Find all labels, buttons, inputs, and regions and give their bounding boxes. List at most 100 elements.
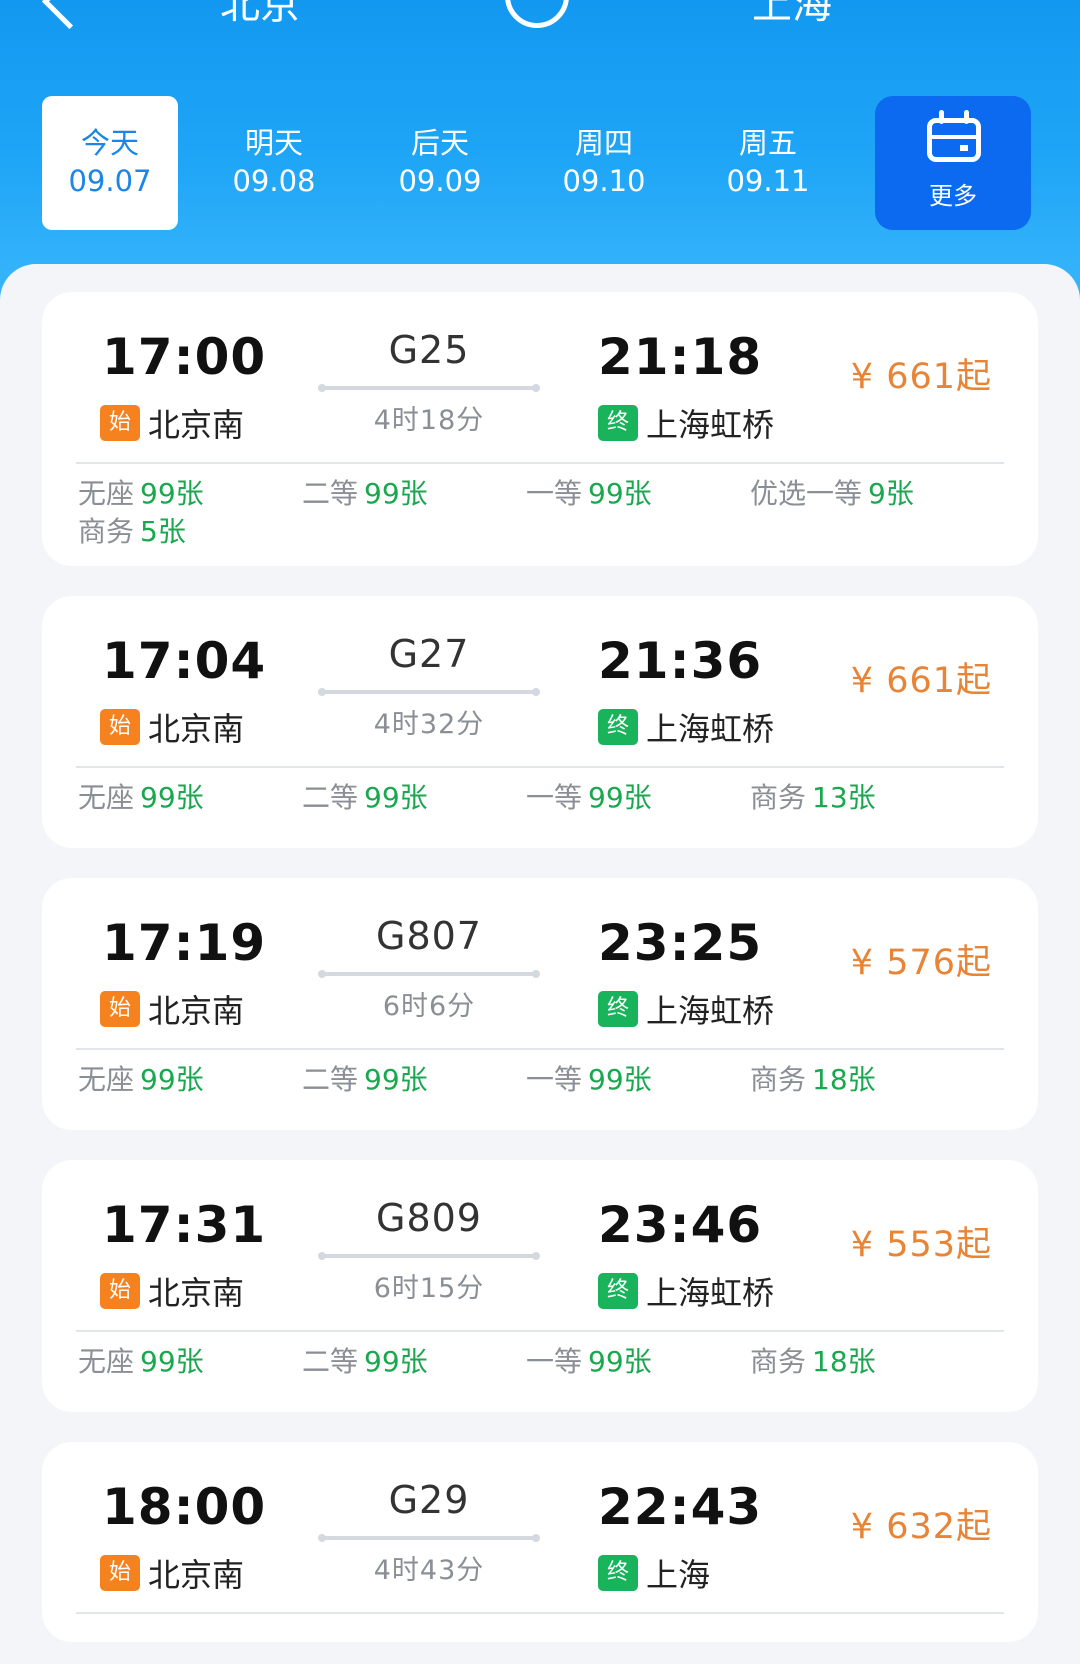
seat-info: 一等 99张 xyxy=(526,1063,652,1096)
price: ¥ 661起 xyxy=(850,661,992,701)
start-tag: 始 xyxy=(100,991,140,1027)
seat-info: 无座 99张 xyxy=(78,781,204,814)
route-line xyxy=(318,1534,540,1542)
train-card[interactable]: 17:19 始 北京南 G807 6时6分 23:25 终 上海虹桥 ¥ 576… xyxy=(42,878,1038,1130)
train-number: G809 xyxy=(376,1196,482,1240)
date-tab-day: 周四 xyxy=(574,126,633,160)
seat-info: 商务 13张 xyxy=(750,781,876,814)
date-tab-day-after[interactable]: 后天 09.09 xyxy=(372,96,508,230)
arrival-station-name: 上海虹桥 xyxy=(646,406,775,444)
departure-station: 始 北京南 xyxy=(100,986,244,1032)
arrival-time: 21:36 xyxy=(598,632,763,690)
departure-time: 18:00 xyxy=(102,1478,267,1536)
arrival-station: 终 上海虹桥 xyxy=(598,1268,774,1314)
arrival-station: 终 上海虹桥 xyxy=(598,400,774,446)
more-label: 更多 xyxy=(929,182,977,210)
calendar-icon xyxy=(927,118,981,162)
route-line xyxy=(318,970,540,978)
train-card[interactable]: 17:04 始 北京南 G27 4时32分 21:36 终 上海虹桥 ¥ 661… xyxy=(42,596,1038,848)
departure-station: 始 北京南 xyxy=(100,400,244,446)
end-tag: 终 xyxy=(598,1273,638,1309)
back-arrow-icon[interactable] xyxy=(41,0,98,30)
train-number: G29 xyxy=(388,1478,470,1522)
divider xyxy=(76,462,1004,464)
arrival-station-name: 上海 xyxy=(646,1556,711,1594)
date-tab-date: 09.08 xyxy=(232,164,316,198)
arrival-station-name: 上海虹桥 xyxy=(646,1274,775,1312)
seat-info: 一等 99张 xyxy=(526,477,652,510)
departure-station-name: 北京南 xyxy=(148,1556,245,1594)
date-tab-date: 09.07 xyxy=(68,164,152,198)
date-tab-date: 09.11 xyxy=(726,164,810,198)
from-city[interactable]: 北京 xyxy=(220,0,300,30)
date-tab-day: 周五 xyxy=(738,126,797,160)
swap-icon[interactable] xyxy=(505,0,569,28)
seat-info: 商务 18张 xyxy=(750,1063,876,1096)
more-dates-button[interactable]: 更多 xyxy=(875,96,1031,230)
departure-station: 始 北京南 xyxy=(100,1550,244,1596)
train-info: G29 4时43分 xyxy=(318,1478,540,1587)
seat-info: 二等 99张 xyxy=(302,1345,428,1378)
seat-info: 二等 99张 xyxy=(302,781,428,814)
route-header: 北京 上海 xyxy=(0,0,1080,32)
date-selector: 今天 09.07 明天 09.08 后天 09.09 周四 09.10 周五 0… xyxy=(0,96,1080,230)
train-number: G27 xyxy=(388,632,470,676)
seat-info: 商务 18张 xyxy=(750,1345,876,1378)
arrival-station: 终 上海虹桥 xyxy=(598,986,774,1032)
departure-time: 17:04 xyxy=(102,632,267,690)
train-card[interactable]: 17:31 始 北京南 G809 6时15分 23:46 终 上海虹桥 ¥ 55… xyxy=(42,1160,1038,1412)
start-tag: 始 xyxy=(100,405,140,441)
end-tag: 终 xyxy=(598,1555,638,1591)
date-tab-date: 09.09 xyxy=(398,164,482,198)
price: ¥ 576起 xyxy=(850,943,992,983)
arrival-station-name: 上海虹桥 xyxy=(646,992,775,1030)
train-card[interactable]: 18:00 始 北京南 G29 4时43分 22:43 终 上海 ¥ 632起 xyxy=(42,1442,1038,1642)
divider xyxy=(76,1612,1004,1614)
date-tab-today[interactable]: 今天 09.07 xyxy=(42,96,178,230)
date-tab-date: 09.10 xyxy=(562,164,646,198)
to-city[interactable]: 上海 xyxy=(752,0,832,30)
duration: 4时32分 xyxy=(373,709,485,740)
train-number: G807 xyxy=(376,914,482,958)
duration: 4时43分 xyxy=(373,1555,485,1586)
arrival-time: 21:18 xyxy=(598,328,763,386)
seat-info: 无座 99张 xyxy=(78,477,204,510)
end-tag: 终 xyxy=(598,709,638,745)
duration: 6时15分 xyxy=(373,1273,485,1304)
date-tab-friday[interactable]: 周五 09.11 xyxy=(700,96,836,230)
date-tab-thursday[interactable]: 周四 09.10 xyxy=(536,96,672,230)
route-line xyxy=(318,1252,540,1260)
train-info: G25 4时18分 xyxy=(318,328,540,437)
divider xyxy=(76,766,1004,768)
route-line xyxy=(318,688,540,696)
price: ¥ 661起 xyxy=(850,357,992,397)
seat-info: 一等 99张 xyxy=(526,1345,652,1378)
date-tab-day: 今天 xyxy=(80,126,139,160)
departure-time: 17:31 xyxy=(102,1196,267,1254)
seat-info: 无座 99张 xyxy=(78,1063,204,1096)
start-tag: 始 xyxy=(100,709,140,745)
train-number: G25 xyxy=(388,328,470,372)
divider xyxy=(76,1330,1004,1332)
departure-time: 17:00 xyxy=(102,328,267,386)
departure-station-name: 北京南 xyxy=(148,710,245,748)
train-info: G27 4时32分 xyxy=(318,632,540,741)
divider xyxy=(76,1048,1004,1050)
train-card[interactable]: 17:00 始 北京南 G25 4时18分 21:18 终 上海虹桥 ¥ 661… xyxy=(42,292,1038,566)
duration: 6时6分 xyxy=(382,991,476,1022)
seat-info: 一等 99张 xyxy=(526,781,652,814)
end-tag: 终 xyxy=(598,991,638,1027)
date-tab-tomorrow[interactable]: 明天 09.08 xyxy=(206,96,342,230)
departure-station: 始 北京南 xyxy=(100,704,244,750)
price: ¥ 553起 xyxy=(850,1225,992,1265)
arrival-station: 终 上海虹桥 xyxy=(598,704,774,750)
departure-time: 17:19 xyxy=(102,914,267,972)
departure-station-name: 北京南 xyxy=(148,992,245,1030)
seat-info: 商务 5张 xyxy=(78,515,186,548)
departure-station-name: 北京南 xyxy=(148,1274,245,1312)
seat-info: 二等 99张 xyxy=(302,477,428,510)
departure-station: 始 北京南 xyxy=(100,1268,244,1314)
train-info: G809 6时15分 xyxy=(318,1196,540,1305)
seat-info: 二等 99张 xyxy=(302,1063,428,1096)
departure-station-name: 北京南 xyxy=(148,406,245,444)
